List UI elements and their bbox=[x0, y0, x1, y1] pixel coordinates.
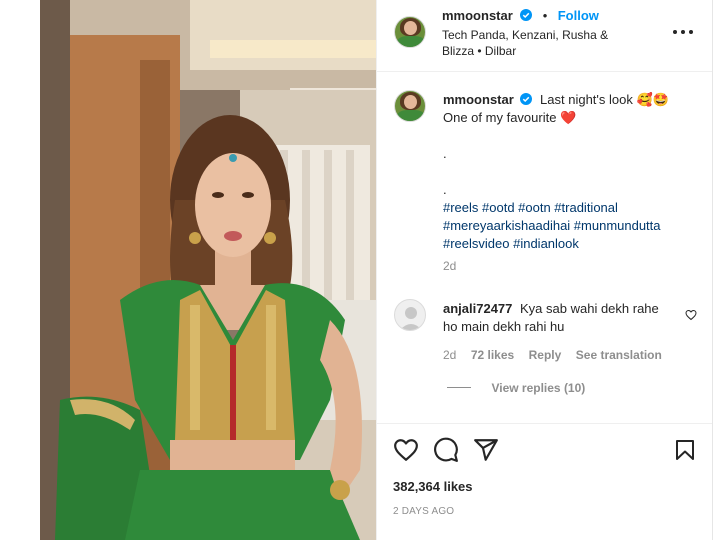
caption-author-username[interactable]: mmoonstar bbox=[443, 92, 514, 107]
post-details-panel: mmoonstar • Follow Tech Panda, Kenzani, … bbox=[376, 0, 713, 540]
author-username[interactable]: mmoonstar bbox=[442, 8, 513, 23]
follow-button[interactable]: Follow bbox=[558, 8, 599, 23]
caption-line-1: Last night's look 🥰🤩 bbox=[540, 92, 669, 107]
hashtags-line-2[interactable]: #mereyaarkishaadihai #munmundutta bbox=[443, 217, 703, 235]
likes-count[interactable]: 382,364 likes bbox=[393, 479, 473, 494]
commenter-username[interactable]: anjali72477 bbox=[443, 301, 512, 316]
see-translation-button[interactable]: See translation bbox=[576, 348, 662, 362]
reply-button[interactable]: Reply bbox=[529, 348, 562, 362]
comment-bubble-icon[interactable] bbox=[433, 437, 459, 463]
view-replies-button[interactable]: View replies (10) bbox=[491, 381, 585, 395]
header-separator: • bbox=[542, 8, 548, 23]
comment-meta: 2d 72 likes Reply See translation bbox=[443, 346, 678, 364]
page-margin-right bbox=[712, 0, 720, 540]
hashtags-line-3[interactable]: #reelsvideo #indianlook bbox=[443, 235, 703, 253]
verified-badge-icon bbox=[520, 9, 533, 21]
default-avatar-icon bbox=[400, 307, 422, 330]
comment-body: anjali72477 Kya sab wahi dekh rahe ho ma… bbox=[443, 300, 678, 364]
comment-text-line-2: ho main dekh rahi hu bbox=[443, 319, 565, 334]
post-date[interactable]: 2 DAYS AGO bbox=[393, 506, 454, 517]
comment-age[interactable]: 2d bbox=[443, 348, 456, 362]
caption-age[interactable]: 2d bbox=[443, 259, 703, 273]
caption-body: mmoonstar Last night's look 🥰🤩 One of my… bbox=[443, 91, 703, 273]
caption-dot-2: . bbox=[443, 182, 447, 197]
small-heart-icon[interactable] bbox=[685, 309, 697, 321]
heart-icon[interactable] bbox=[393, 437, 419, 463]
page-margin-left bbox=[0, 0, 40, 540]
paper-plane-icon[interactable] bbox=[473, 437, 499, 463]
audio-info-line-1[interactable]: Tech Panda, Kenzani, Rusha & bbox=[442, 27, 672, 43]
view-replies-row[interactable]: View replies (10) bbox=[447, 379, 585, 397]
comments-section: mmoonstar Last night's look 🥰🤩 One of my… bbox=[377, 73, 713, 425]
replies-line bbox=[447, 387, 471, 389]
post-media-video[interactable] bbox=[40, 0, 376, 540]
commenter-avatar[interactable] bbox=[394, 299, 426, 331]
caption-line-2: One of my favourite ❤️ bbox=[443, 110, 577, 125]
more-options-icon[interactable] bbox=[673, 26, 693, 38]
post-header: mmoonstar • Follow Tech Panda, Kenzani, … bbox=[377, 0, 713, 72]
header-info: mmoonstar • Follow Tech Panda, Kenzani, … bbox=[442, 7, 672, 59]
caption-author-avatar[interactable] bbox=[394, 90, 426, 122]
caption-dot-1: . bbox=[443, 146, 447, 161]
verified-badge-icon bbox=[520, 93, 533, 105]
author-avatar[interactable] bbox=[394, 16, 426, 48]
audio-info-line-2[interactable]: Blizza • Dilbar bbox=[442, 43, 672, 59]
comment-likes[interactable]: 72 likes bbox=[471, 348, 514, 362]
bookmark-icon[interactable] bbox=[673, 437, 697, 463]
video-frame bbox=[40, 0, 376, 540]
comment-text-line-1: Kya sab wahi dekh rahe bbox=[520, 301, 659, 316]
action-bar: 382,364 likes 2 DAYS AGO bbox=[377, 423, 713, 540]
hashtags-line-1[interactable]: #reels #ootd #ootn #traditional bbox=[443, 199, 703, 217]
